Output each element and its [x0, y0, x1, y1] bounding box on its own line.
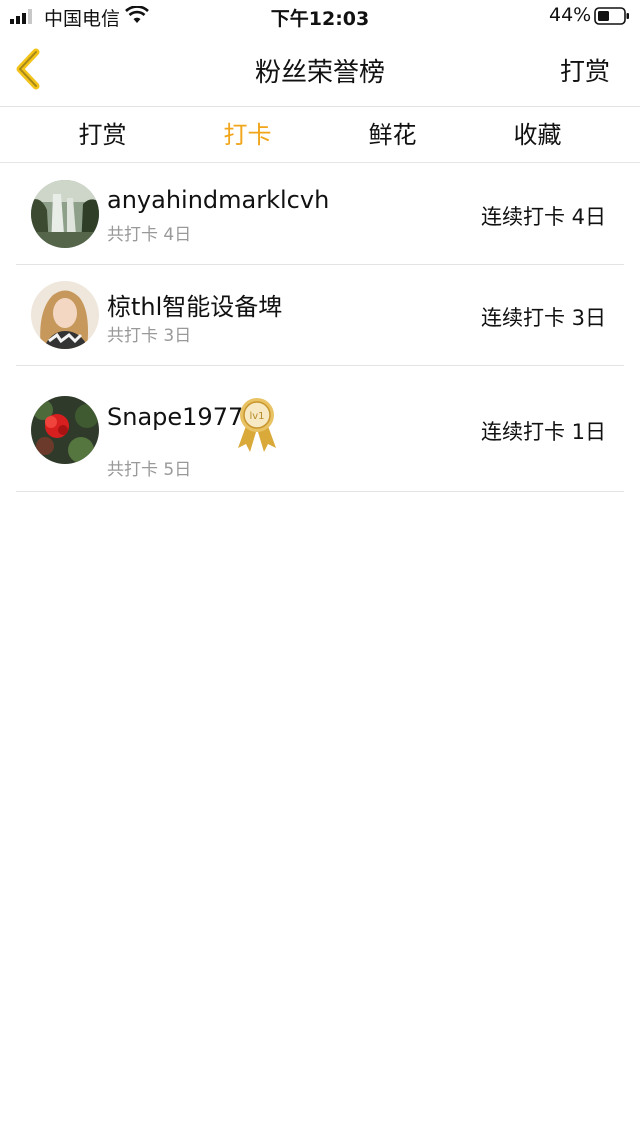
fan-name: anyahindmarklcvh: [107, 186, 330, 214]
total-checkins: 共打卡 3日: [107, 326, 192, 346]
list-item[interactable]: Snape1977 lv1 共打卡 5日 连续打卡 1日: [16, 366, 624, 492]
total-checkins: 共打卡 4日: [107, 225, 192, 245]
status-bar: 中国电信 下午12:03 44%: [0, 0, 640, 34]
tab-flowers[interactable]: 鲜花: [320, 107, 465, 162]
avatar[interactable]: [31, 180, 99, 248]
fan-list: anyahindmarklcvh 共打卡 4日 连续打卡 4日 椋thl智能设备…: [16, 164, 624, 492]
avatar[interactable]: [31, 281, 99, 349]
tab-checkin[interactable]: 打卡: [175, 107, 320, 162]
streak-checkins: 连续打卡 1日: [480, 420, 606, 444]
tab-reward[interactable]: 打赏: [30, 107, 175, 162]
streak-checkins: 连续打卡 3日: [480, 306, 606, 330]
fan-name: 椋thl智能设备埤: [107, 293, 283, 321]
fan-name: Snape1977: [107, 403, 244, 431]
tab-favorites[interactable]: 收藏: [465, 107, 610, 162]
list-item[interactable]: 椋thl智能设备埤 共打卡 3日 连续打卡 3日: [16, 265, 624, 366]
list-item[interactable]: anyahindmarklcvh 共打卡 4日 连续打卡 4日: [16, 164, 624, 265]
reward-button[interactable]: 打赏: [560, 52, 610, 88]
total-checkins: 共打卡 5日: [107, 460, 192, 480]
nav-bar: 粉丝荣誉榜 打赏: [0, 34, 640, 107]
page-title: 粉丝荣誉榜: [254, 58, 385, 88]
avatar[interactable]: [31, 396, 99, 464]
tab-bar: 打赏 打卡 鲜花 收藏: [0, 107, 640, 163]
battery-icon: [594, 7, 629, 25]
streak-checkins: 连续打卡 4日: [480, 205, 606, 229]
battery-percent: 44%: [549, 4, 592, 26]
rosette-badge-icon: lv1: [238, 398, 276, 452]
badge-level: lv1: [249, 411, 264, 422]
clock-time: 下午12:03: [270, 8, 370, 30]
